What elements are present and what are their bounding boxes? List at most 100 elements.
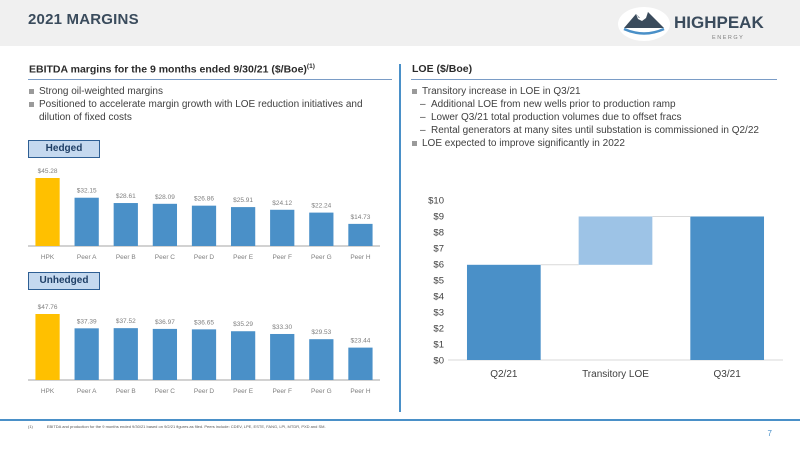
category-label: HPK [41, 388, 55, 395]
footnote-marker: (1) [28, 424, 33, 429]
footer-rule [0, 419, 800, 421]
section-divider [399, 64, 401, 412]
bar-peer-h [348, 223, 373, 246]
logo-subtitle: E N E R G Y [712, 35, 743, 41]
bar-peer-d [191, 205, 217, 246]
logo-wordmark: HIGHPEAK [674, 13, 764, 32]
y-tick-label: $6 [433, 260, 444, 271]
bar-peer-a [74, 328, 99, 380]
category-label: Peer B [116, 254, 136, 261]
loe-waterfall-chart: $0 $1 $2 $3 $4 $5 $6 $7 $8 $9 $10 Q2/21 Transitory L… [428, 196, 783, 380]
ebitda-section-title: EBITDA margins for the 9 months ended 9/… [29, 63, 315, 76]
bar-value-label: $28.09 [155, 194, 175, 201]
bar-peer-h [348, 347, 373, 380]
category-label: Peer H [350, 254, 371, 261]
y-tick-label: $4 [433, 292, 444, 303]
category-label: Peer C [155, 254, 176, 261]
bar-peer-b [113, 203, 138, 246]
waterfall-bar-q3-21 [690, 216, 765, 360]
loe-sub-bullet: Lower Q3/21 total production volumes due… [412, 111, 767, 124]
loe-section-rule [411, 79, 777, 80]
slide-title: 2021 MARGINS [28, 11, 139, 28]
bar-value-label: $36.97 [155, 319, 175, 326]
ebitda-section-rule [28, 79, 392, 80]
bar-value-label: $25.91 [233, 197, 253, 204]
bar-value-label: $33.30 [272, 324, 292, 331]
y-tick-label: $0 [433, 356, 444, 367]
loe-bullet: Transitory increase in LOE in Q3/21 [412, 85, 767, 98]
bar-peer-c [152, 203, 178, 246]
waterfall-bar-q2-21 [466, 264, 541, 360]
bar-peer-b [113, 328, 138, 380]
category-label: Peer F [272, 388, 292, 395]
bar-peer-g [309, 339, 334, 380]
category-label: Peer A [77, 388, 97, 395]
bar-peer-e [230, 207, 256, 246]
waterfall-bar-transitory-loe [578, 216, 653, 265]
category-label: Q3/21 [714, 369, 742, 380]
y-tick-label: $9 [433, 212, 444, 223]
ebitda-bullet: Positioned to accelerate margin growth w… [29, 98, 384, 124]
category-label: Peer D [194, 388, 215, 395]
category-label: Peer E [233, 254, 254, 261]
bar-value-label: $45.28 [38, 168, 58, 175]
footnote-text: EBITDA and production for the 9 months e… [46, 424, 326, 429]
bar-peer-e [230, 331, 256, 380]
bar-value-label: $22.24 [311, 203, 331, 210]
loe-section-title: LOE ($/Boe) [412, 63, 473, 75]
category-label: Transitory LOE [582, 369, 649, 380]
page-number: 7 [767, 429, 772, 438]
category-label: Peer D [194, 254, 215, 261]
bar-value-label: $29.53 [311, 329, 331, 336]
bar-value-label: $32.15 [77, 188, 97, 195]
bar-value-label: $47.76 [38, 304, 58, 311]
y-tick-label: $1 [433, 340, 444, 351]
bar-value-label: $14.73 [350, 214, 370, 221]
category-label: Q2/21 [490, 369, 518, 380]
hedged-margins-chart: $45.28 HPK $32.15 Peer A $28.61 Peer B $28.09 P… [28, 168, 380, 261]
bar-value-label: $26.86 [194, 196, 214, 203]
y-tick-label: $8 [433, 228, 444, 239]
loe-sub-bullet: Additional LOE from new wells prior to p… [412, 98, 767, 111]
y-tick-label: $7 [433, 244, 444, 255]
ebitda-bullet: Strong oil-weighted margins [29, 85, 384, 98]
ebitda-bullet-list: Strong oil-weighted margins Positioned t… [29, 85, 384, 124]
unhedged-margins-chart: $47.76 HPK $37.39 Peer A $37.52 Peer B $36.97 P… [28, 304, 380, 395]
unhedged-label: Unhedged [28, 272, 100, 290]
loe-bullet-list: Transitory increase in LOE in Q3/21Addit… [412, 85, 767, 150]
bar-peer-g [309, 212, 334, 246]
header-bar: 2021 MARGINS HIGHPEAK E N E R G Y [0, 0, 800, 46]
company-logo: HIGHPEAK E N E R G Y [616, 4, 786, 44]
loe-sub-bullet: Rental generators at many sites until su… [412, 124, 767, 137]
bar-value-label: $28.61 [116, 193, 136, 200]
bar-peer-f [270, 333, 295, 380]
bar-peer-d [191, 329, 217, 380]
category-label: Peer B [116, 388, 136, 395]
bar-peer-f [270, 209, 295, 246]
category-label: Peer A [77, 254, 97, 261]
bar-value-label: $37.39 [77, 318, 97, 325]
y-tick-label: $10 [428, 196, 444, 207]
category-label: Peer G [311, 254, 332, 261]
ebitda-section-title-text: EBITDA margins for the 9 months ended 9/… [29, 63, 307, 76]
category-label: Peer C [155, 388, 176, 395]
bar-value-label: $37.52 [116, 318, 136, 325]
loe-bullet: LOE expected to improve significantly in… [412, 137, 767, 150]
category-label: Peer F [272, 254, 292, 261]
bar-value-label: $23.44 [350, 338, 370, 345]
bar-peer-c [152, 328, 178, 380]
category-label: Peer E [233, 388, 254, 395]
y-tick-label: $3 [433, 308, 444, 319]
footnote: (1) EBITDA and production for the 9 month… [28, 424, 326, 429]
bar-value-label: $36.65 [194, 319, 214, 326]
hedged-label: Hedged [28, 140, 100, 158]
category-label: Peer H [350, 388, 371, 395]
category-label: HPK [41, 254, 55, 261]
bar-hpk [35, 314, 60, 380]
bar-value-label: $35.29 [233, 321, 253, 328]
y-tick-label: $2 [433, 324, 444, 335]
category-label: Peer G [311, 388, 332, 395]
bar-value-label: $24.12 [272, 200, 292, 207]
bar-peer-a [74, 197, 99, 246]
bar-hpk [35, 178, 60, 246]
